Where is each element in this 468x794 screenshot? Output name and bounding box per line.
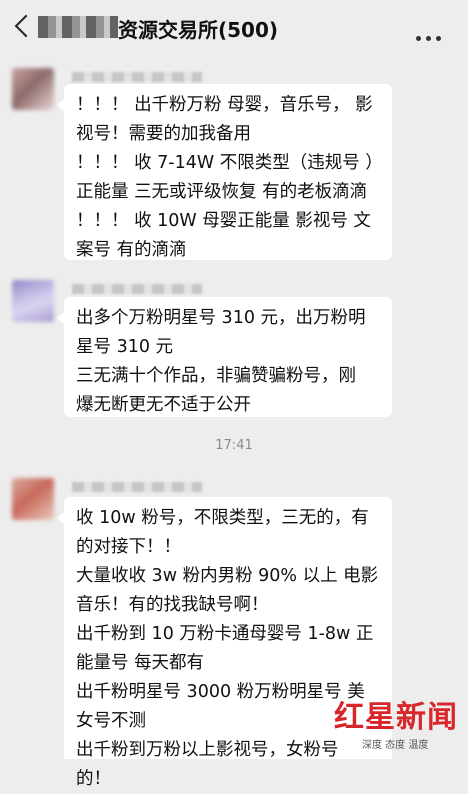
red-star-news-watermark: 红星新闻 深度 态度 温度 xyxy=(334,692,464,756)
message-line: 收 10w 粉号，不限类型，三无的，有 xyxy=(76,508,369,528)
message-line: ！！！ 收 7-14W 不限类型（违规号 ） xyxy=(76,153,380,173)
message-line: 能量号 每天都有 xyxy=(76,653,205,673)
sender-name-redacted xyxy=(72,72,202,82)
message-bubble[interactable]: 出多个万粉明星号 310 元，出万粉明 星号 310 元 三无满十个作品，非骗赞… xyxy=(57,297,392,417)
message-line: 正能量 三无或评级恢复 有的老板滴滴 xyxy=(76,182,368,202)
avatar[interactable] xyxy=(12,280,54,322)
more-dots-icon[interactable] xyxy=(416,26,452,41)
chat-header: 资源交易所(500) xyxy=(0,0,468,56)
message-line: ！！！ 收 10W 母婴正能量 影视号 文 xyxy=(76,211,371,231)
message-line: 大量收收 3w 粉内男粉 90% 以上 电影 xyxy=(76,566,379,586)
message-bubble[interactable]: ！！！ 出千粉万粉 母婴，音乐号， 影 视号！需要的加我备用 ！！！ 收 7-1… xyxy=(57,84,392,260)
message-line: 视号！需要的加我备用 xyxy=(76,124,251,144)
title-redaction xyxy=(38,16,118,38)
avatar[interactable] xyxy=(12,68,54,110)
message-line: 爆无断更无不适于公开 xyxy=(76,395,251,415)
message-line: 的！ xyxy=(76,769,111,789)
back-icon[interactable] xyxy=(14,14,38,38)
watermark-logo: 红星新闻 xyxy=(334,700,458,735)
message-line: 星号 310 元 xyxy=(76,337,174,357)
watermark-tagline: 深度 态度 温度 xyxy=(362,740,429,751)
chat-title: 资源交易所(500) xyxy=(118,18,279,42)
message-line: 出千粉到 10 万粉卡通母婴号 1-8w 正 xyxy=(76,624,374,644)
sender-name-redacted xyxy=(72,284,202,294)
avatar[interactable] xyxy=(12,478,54,520)
message-timestamp: 17:41 xyxy=(215,438,253,453)
message-line: ！！！ 出千粉万粉 母婴，音乐号， 影 xyxy=(76,95,373,115)
message-line: 三无满十个作品，非骗赞骗粉号，刚 xyxy=(76,366,356,386)
message-line: 音乐！有的找我缺号啊！ xyxy=(76,595,269,615)
message-line: 出多个万粉明星号 310 元，出万粉明 xyxy=(76,308,366,328)
message-line: 案号 有的滴滴 xyxy=(76,240,187,260)
message-line: 的对接下！！ xyxy=(76,537,181,557)
sender-name-redacted xyxy=(72,482,202,492)
